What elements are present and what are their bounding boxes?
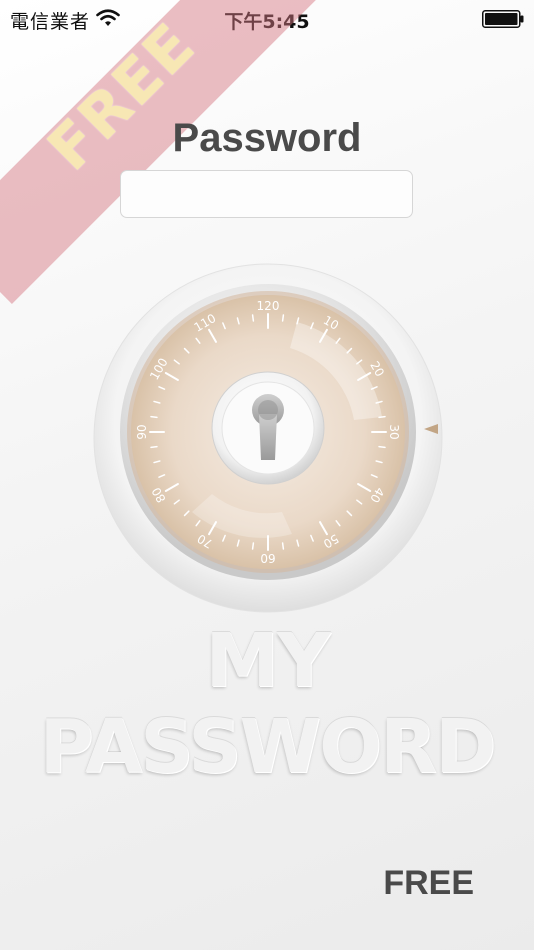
dial-minor-tick [281,542,285,550]
password-input[interactable] [120,170,413,218]
combination-lock-dial[interactable]: 120102030405060708090100110 [92,262,444,614]
dial-minor-tick [150,415,158,419]
dial-number-label: 60 [260,551,275,565]
dial-number-label: 30 [387,424,401,439]
dial-minor-tick [281,314,285,322]
dial-minor-tick [150,445,158,449]
free-label: FREE [383,864,474,902]
battery-icon [482,10,524,28]
dial-number-label: 120 [257,299,280,313]
dial-minor-tick [251,314,255,322]
dial-number-label: 90 [135,424,149,439]
dial-minor-tick [251,542,255,550]
brand-logo-text: MY PASSWORD [39,618,497,790]
dial-minor-tick [378,445,386,449]
dial-minor-tick [378,415,386,419]
password-label: Password [172,116,362,160]
